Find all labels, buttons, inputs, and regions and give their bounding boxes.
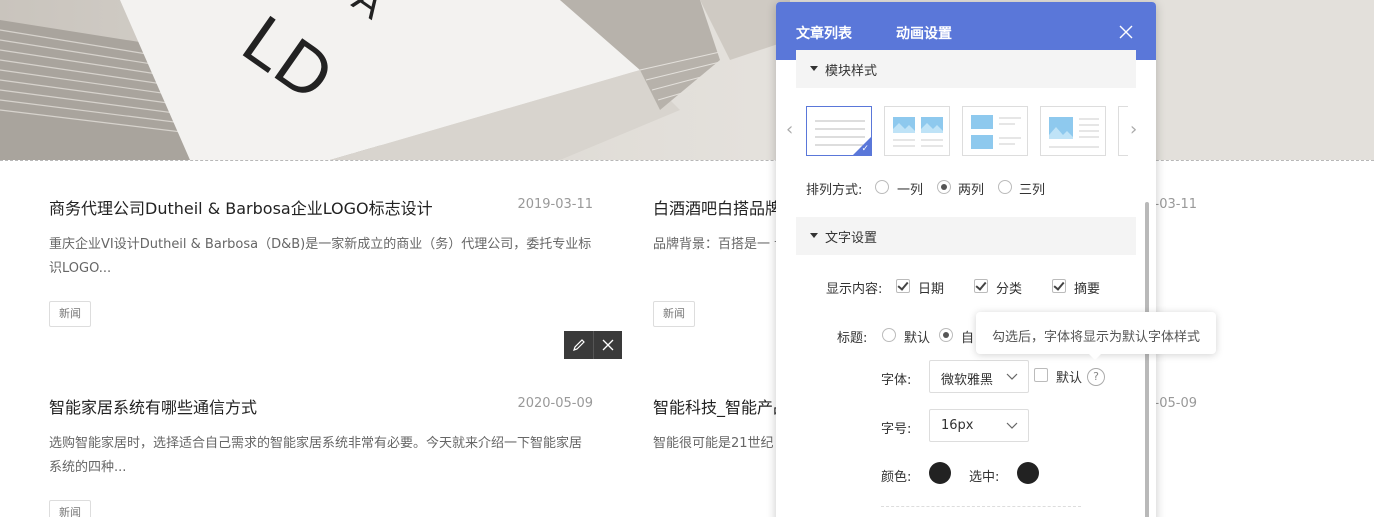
show-summary-checkbox[interactable]: [1052, 279, 1066, 293]
checkbox-label[interactable]: 分类: [996, 278, 1022, 297]
radio-label[interactable]: 默认: [904, 327, 930, 346]
article-category-tag[interactable]: 新闻: [49, 500, 91, 517]
caret-down-icon: [810, 66, 818, 71]
page: LD A 商务代理公司Dutheil & Barbosa企业LOGO标志设计 2…: [0, 0, 1374, 517]
tooltip-arrow: [1088, 353, 1102, 360]
title-default-radio[interactable]: [882, 328, 896, 342]
chevron-down-icon: [1006, 373, 1018, 380]
font-size-value: 16px: [941, 418, 974, 433]
close-icon[interactable]: [1118, 24, 1134, 40]
arrange-one-column-radio[interactable]: [875, 180, 889, 194]
article-card[interactable]: 智能家居系统有哪些通信方式 2020-05-09 选购智能家居时，选择适合自己需…: [49, 394, 593, 517]
check-icon: ✓: [861, 144, 869, 154]
font-family-select[interactable]: 微软雅黑: [929, 360, 1029, 393]
business-card-photo: LD A: [0, 0, 1374, 160]
article-category-tag[interactable]: 新闻: [49, 301, 91, 327]
article-summary: 选购智能家居时，选择适合自己需求的智能家居系统非常有必要。今天就来介绍一下智能家…: [49, 436, 583, 475]
help-tooltip: 勾选后，字体将显示为默认字体样式: [976, 312, 1216, 360]
hero-divider: [0, 160, 1374, 161]
section-title: 模块样式: [825, 64, 878, 79]
arrange-option-label[interactable]: 三列: [1019, 179, 1045, 198]
article-date: 2020-05-09: [517, 396, 593, 411]
section-text-settings[interactable]: 文字设置: [796, 217, 1136, 255]
layout-option-partial[interactable]: [1118, 106, 1128, 156]
article-title[interactable]: 白酒酒吧白搭品牌: [653, 195, 781, 219]
article-date: 2019-03-11: [517, 197, 593, 212]
divider: [881, 506, 1081, 507]
layout-large-image-thumbnail: [1049, 117, 1099, 148]
chevron-down-icon: [1006, 422, 1018, 429]
checkbox-label[interactable]: 默认: [1056, 367, 1082, 386]
font-label: 字体:: [881, 373, 912, 388]
article-list-settings-panel: 文章列表 动画设置 模块样式 ‹ ✓ › 排列方式: 一列 两列 三列 文字设置…: [776, 2, 1156, 517]
section-module-style[interactable]: 模块样式: [796, 50, 1136, 88]
close-icon: [602, 339, 614, 351]
article-card[interactable]: 商务代理公司Dutheil & Barbosa企业LOGO标志设计 2019-0…: [49, 195, 593, 335]
edit-button[interactable]: [564, 331, 593, 359]
layout-image-left-thumbnail: [971, 115, 1021, 149]
font-default-checkbox[interactable]: [1034, 368, 1048, 382]
arrange-three-columns-radio[interactable]: [998, 180, 1012, 194]
font-size-label: 字号:: [881, 422, 912, 437]
color-label: 颜色:: [881, 470, 912, 485]
show-category-checkbox[interactable]: [974, 279, 988, 293]
show-date-checkbox[interactable]: [896, 279, 910, 293]
tab-article-list[interactable]: 文章列表: [796, 23, 852, 43]
caret-down-icon: [810, 233, 818, 238]
module-edit-toolbar: [564, 331, 622, 359]
arrange-option-label[interactable]: 一列: [897, 179, 923, 198]
checkbox-label[interactable]: 日期: [918, 278, 944, 297]
layout-two-images-thumbnail: [893, 117, 943, 147]
title-label: 标题:: [837, 331, 868, 346]
arrange-option-label[interactable]: 两列: [958, 179, 984, 198]
font-family-value: 微软雅黑: [941, 373, 994, 388]
tab-animation-settings[interactable]: 动画设置: [896, 23, 952, 43]
carousel-prev-button[interactable]: ‹: [786, 120, 793, 140]
arrange-two-columns-radio[interactable]: [937, 180, 951, 194]
carousel-next-button[interactable]: ›: [1130, 120, 1137, 140]
panel-scrollbar[interactable]: [1145, 202, 1149, 517]
title-custom-radio[interactable]: [939, 328, 953, 342]
article-category-tag[interactable]: 新闻: [653, 301, 695, 327]
tooltip-text: 勾选后，字体将显示为默认字体样式: [992, 330, 1201, 345]
selected-color-swatch[interactable]: [1017, 462, 1039, 484]
section-title: 文字设置: [825, 231, 878, 246]
article-title[interactable]: 商务代理公司Dutheil & Barbosa企业LOGO标志设计: [49, 195, 433, 219]
layout-option-image-left[interactable]: [962, 106, 1028, 156]
selected-color-label: 选中:: [969, 470, 1000, 485]
delete-button[interactable]: [593, 331, 622, 359]
article-summary: 重庆企业VI设计Dutheil & Barbosa（D&B)是一家新成立的商业（…: [49, 237, 592, 276]
article-title[interactable]: 智能家居系统有哪些通信方式: [49, 394, 257, 418]
layout-option-large-image[interactable]: [1040, 106, 1106, 156]
checkbox-label[interactable]: 摘要: [1074, 278, 1100, 297]
pencil-icon: [572, 339, 585, 351]
font-size-select[interactable]: 16px: [929, 409, 1029, 442]
radio-label[interactable]: 自: [961, 327, 974, 346]
arrange-label: 排列方式:: [806, 183, 863, 198]
display-content-label: 显示内容:: [826, 282, 883, 297]
layout-option-two-images[interactable]: [884, 106, 950, 156]
layout-option-list[interactable]: ✓: [806, 106, 872, 156]
color-swatch[interactable]: [929, 462, 951, 484]
help-icon[interactable]: ?: [1087, 368, 1105, 386]
article-title[interactable]: 智能科技_智能产品: [653, 394, 789, 418]
hero-banner-image: LD A: [0, 0, 1374, 160]
